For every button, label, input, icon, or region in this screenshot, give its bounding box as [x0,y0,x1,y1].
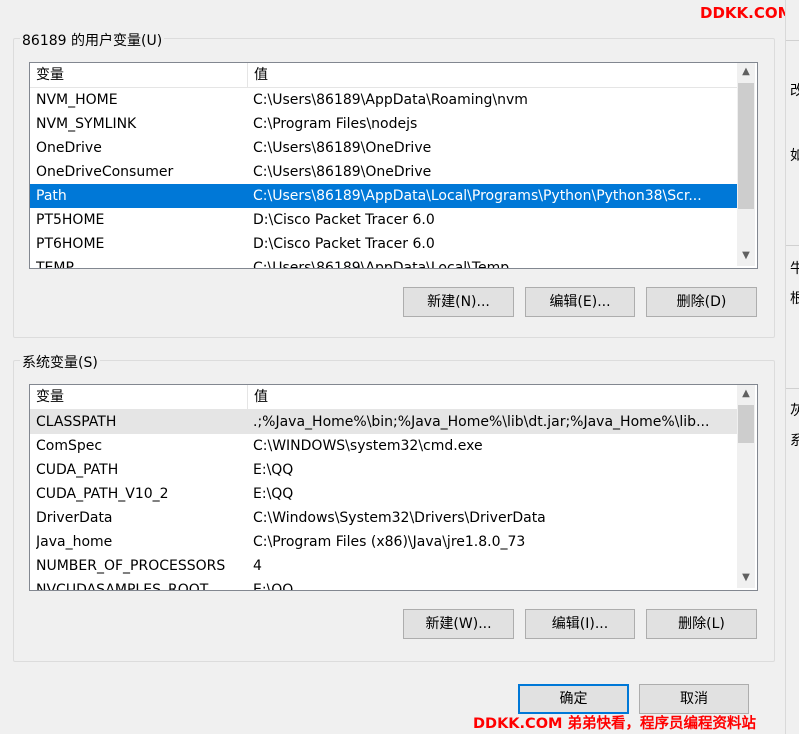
var-name: Java_home [36,534,113,550]
system-delete-button[interactable]: 删除(L) [646,609,757,639]
var-value: .;%Java_Home%\bin;%Java_Home%\lib\dt.jar… [253,414,710,430]
user-variables-label: 86189 的用户变量(U) [20,30,165,50]
var-value: C:\Program Files (x86)\Java\jre1.8.0_73 [253,534,526,550]
cancel-button[interactable]: 取消 [639,684,749,714]
var-value: C:\Users\86189\OneDrive [253,140,432,156]
scroll-up-icon[interactable]: ▲ [737,385,755,403]
var-name: CUDA_PATH [36,462,119,478]
strip-char: 灰 [790,403,799,419]
user-var-row[interactable]: NVM_SYMLINK C:\Program Files\nodejs [30,112,737,136]
strip-char: 牛 [790,261,799,277]
system-var-row[interactable]: Java_home C:\Program Files (x86)\Java\jr… [30,530,737,554]
var-value: C:\Users\86189\AppData\Roaming\nvm [253,92,528,108]
system-variables-label: 系统变量(S) [20,352,100,372]
system-edit-button[interactable]: 编辑(I)... [525,609,635,639]
user-delete-button[interactable]: 删除(D) [646,287,757,317]
scroll-down-icon[interactable]: ▼ [737,569,755,587]
user-var-row[interactable]: PT5HOME D:\Cisco Packet Tracer 6.0 [30,208,737,232]
column-header-variable[interactable]: 变量 [30,385,247,409]
user-variables-list[interactable]: 变量 值 NVM_HOME C:\Users\86189\AppData\Roa… [29,62,758,269]
user-var-row-selected[interactable]: Path C:\Users\86189\AppData\Local\Progra… [30,184,737,208]
var-name: PT5HOME [36,212,105,228]
system-var-row[interactable]: DriverData C:\Windows\System32\Drivers\D… [30,506,737,530]
user-new-button[interactable]: 新建(N)... [403,287,514,317]
system-list-scrollbar[interactable]: ▲ ▼ [737,385,755,588]
var-value: E:\QQ [253,462,294,478]
var-value: C:\Program Files\nodejs [253,116,418,132]
var-name: CUDA_PATH_V10_2 [36,486,169,502]
var-name: NVCUDASAMPLES_ROOT [36,582,209,591]
user-var-row[interactable]: PT6HOME D:\Cisco Packet Tracer 6.0 [30,232,737,256]
column-header-variable[interactable]: 变量 [30,63,247,87]
strip-divider [786,388,799,389]
var-value: C:\Users\86189\OneDrive [253,164,432,180]
system-var-row[interactable]: ComSpec C:\WINDOWS\system32\cmd.exe [30,434,737,458]
user-list-header: 变量 值 [30,63,737,88]
var-value: C:\Users\86189\AppData\Local\Temp [253,260,510,269]
var-value: E:\QQ [253,582,294,591]
user-list-scrollbar[interactable]: ▲ ▼ [737,63,755,266]
var-name: PT6HOME [36,236,105,252]
var-value: C:\Windows\System32\Drivers\DriverData [253,510,546,526]
user-edit-button[interactable]: 编辑(E)... [525,287,635,317]
strip-char: 如 [790,148,799,164]
strip-char: 根 [790,291,799,307]
background-window-strip [785,0,799,734]
strip-char: 改 [790,83,799,99]
system-variables-list[interactable]: 变量 值 CLASSPATH .;%Java_Home%\bin;%Java_H… [29,384,758,591]
column-header-value[interactable]: 值 [247,385,739,409]
var-value: 4 [253,558,262,574]
system-var-row[interactable]: CUDA_PATH_V10_2 E:\QQ [30,482,737,506]
system-var-row[interactable]: CUDA_PATH E:\QQ [30,458,737,482]
var-name: TEMP [36,260,74,269]
column-header-value[interactable]: 值 [247,63,739,87]
var-name: Path [36,188,67,204]
system-var-row[interactable]: NVCUDASAMPLES_ROOT E:\QQ [30,578,737,591]
var-name: NUMBER_OF_PROCESSORS [36,558,226,574]
var-value: C:\Users\86189\AppData\Local\Programs\Py… [253,188,702,204]
system-list-header: 变量 值 [30,385,737,410]
watermark-bottom: DDKK.COM 弟弟快看，程序员编程资料站 [473,716,756,732]
var-value: D:\Cisco Packet Tracer 6.0 [253,236,435,252]
system-new-button[interactable]: 新建(W)... [403,609,514,639]
user-var-row[interactable]: TEMP C:\Users\86189\AppData\Local\Temp [30,256,737,269]
strip-divider [786,40,799,41]
scroll-thumb[interactable] [738,405,754,443]
var-value: C:\WINDOWS\system32\cmd.exe [253,438,483,454]
scroll-down-icon[interactable]: ▼ [737,247,755,265]
var-name: OneDriveConsumer [36,164,174,180]
user-var-row[interactable]: OneDrive C:\Users\86189\OneDrive [30,136,737,160]
system-var-row[interactable]: NUMBER_OF_PROCESSORS 4 [30,554,737,578]
var-name: NVM_HOME [36,92,118,108]
var-name: OneDrive [36,140,102,156]
var-name: DriverData [36,510,113,526]
var-name: NVM_SYMLINK [36,116,137,132]
strip-divider [786,245,799,246]
scroll-up-icon[interactable]: ▲ [737,63,755,81]
var-name: CLASSPATH [36,414,117,430]
strip-char: 系 [790,433,799,449]
var-value: D:\Cisco Packet Tracer 6.0 [253,212,435,228]
var-value: E:\QQ [253,486,294,502]
ok-button[interactable]: 确定 [518,684,629,714]
var-name: ComSpec [36,438,103,454]
user-var-row[interactable]: NVM_HOME C:\Users\86189\AppData\Roaming\… [30,88,737,112]
system-var-row-hovered[interactable]: CLASSPATH .;%Java_Home%\bin;%Java_Home%\… [30,410,737,434]
scroll-thumb[interactable] [738,83,754,209]
user-var-row[interactable]: OneDriveConsumer C:\Users\86189\OneDrive [30,160,737,184]
